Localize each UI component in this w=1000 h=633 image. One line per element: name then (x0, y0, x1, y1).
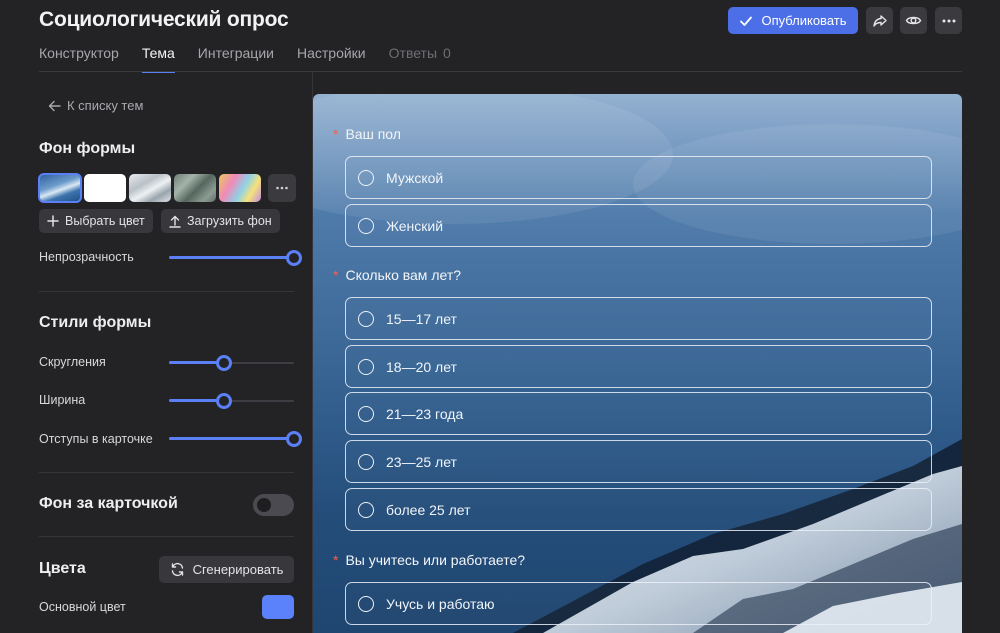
colors-title: Цвета (39, 560, 86, 577)
eye-icon (905, 16, 922, 25)
option-age-18-20[interactable]: 18—20 лет (345, 345, 932, 388)
answers-count: 0 (443, 45, 451, 61)
card-padding-label: Отступы в карточке (39, 432, 153, 446)
radio-button[interactable] (358, 501, 374, 518)
tab-constructor[interactable]: Конструктор (39, 45, 119, 71)
upload-background-button[interactable]: Загрузить фон (161, 209, 280, 233)
option-label: 23—25 лет (386, 453, 457, 470)
bg-thumb-paint[interactable] (219, 174, 261, 202)
header-divider (39, 71, 962, 72)
back-to-themes-link[interactable]: К списку тем (48, 98, 143, 113)
arrow-left-icon (48, 100, 61, 111)
card-background-toggle[interactable] (253, 494, 294, 516)
card-background-title: Фон за карточкой (39, 495, 178, 512)
radio-button[interactable] (358, 358, 374, 375)
option-label: 21—23 года (386, 405, 464, 422)
option-study-and-work[interactable]: Учусь и работаю (345, 582, 932, 625)
radio-button[interactable] (358, 310, 374, 327)
share-button[interactable] (866, 7, 893, 34)
slider-handle[interactable] (216, 393, 232, 409)
radio-button[interactable] (358, 217, 374, 234)
refresh-icon (171, 562, 183, 577)
question-text: Ваш пол (345, 126, 401, 142)
generate-label: Сгенерировать (192, 562, 284, 577)
back-link-label: К списку тем (67, 98, 144, 113)
width-label: Ширина (39, 393, 86, 407)
option-female[interactable]: Женский (345, 204, 932, 247)
generate-colors-button[interactable]: Сгенерировать (159, 556, 294, 583)
slider-fill (169, 437, 294, 440)
tab-theme[interactable]: Тема (141, 45, 175, 73)
option-age-over-25[interactable]: более 25 лет (345, 488, 932, 531)
section-divider (39, 291, 294, 292)
option-age-23-25[interactable]: 23—25 лет (345, 440, 932, 483)
bg-thumb-white[interactable] (84, 174, 126, 202)
more-backgrounds-button[interactable] (268, 174, 296, 202)
form-styles-title: Стили формы (39, 314, 152, 331)
radio-button[interactable] (358, 169, 374, 186)
page-title: Социологический опрос (39, 8, 289, 31)
more-icon (942, 19, 955, 22)
required-marker: * (333, 267, 339, 283)
slider-handle[interactable] (286, 431, 302, 447)
option-age-15-17[interactable]: 15—17 лет (345, 297, 932, 340)
more-icon (276, 186, 288, 190)
bg-thumb-sea[interactable] (38, 173, 82, 203)
primary-color-swatch[interactable] (262, 595, 294, 619)
section-divider (39, 472, 294, 473)
upload-background-label: Загрузить фон (187, 214, 272, 228)
opacity-label: Непрозрачность (39, 250, 134, 264)
form-preview: * Ваш пол Мужской Женский * Сколько вам ле… (313, 94, 962, 633)
slider-fill (169, 256, 294, 259)
publish-button[interactable]: Опубликовать (728, 7, 858, 34)
tab-settings[interactable]: Настройки (297, 45, 366, 71)
radio-button[interactable] (358, 453, 374, 470)
tab-answers[interactable]: Ответы 0 (389, 45, 451, 71)
option-label: Женский (386, 217, 444, 234)
background-thumbnails (38, 173, 296, 203)
rounding-label: Скругления (39, 355, 106, 369)
form-background-title: Фон формы (39, 140, 136, 157)
radio-button[interactable] (358, 405, 374, 422)
required-marker: * (333, 126, 339, 142)
slider-handle[interactable] (286, 250, 302, 266)
primary-color-label: Основной цвет (39, 600, 126, 614)
plus-icon (47, 215, 59, 227)
option-label: 18—20 лет (386, 358, 457, 375)
tab-answers-label: Ответы (388, 45, 438, 61)
check-icon (740, 16, 753, 26)
question-title: * Сколько вам лет? (333, 267, 461, 283)
bg-thumb-green[interactable] (174, 174, 216, 202)
option-label: 15—17 лет (386, 310, 457, 327)
tab-bar: Конструктор Тема Интеграции Настройки От… (39, 45, 474, 73)
share-icon (872, 14, 887, 27)
required-marker: * (333, 552, 339, 568)
rounding-slider[interactable] (169, 354, 294, 372)
option-age-21-23[interactable]: 21—23 года (345, 392, 932, 435)
question-title: * Ваш пол (333, 126, 401, 142)
section-divider (39, 536, 294, 537)
radio-button[interactable] (358, 595, 374, 612)
more-button[interactable] (935, 7, 962, 34)
card-padding-slider[interactable] (169, 430, 302, 448)
preview-button[interactable] (900, 7, 927, 34)
question-text: Сколько вам лет? (345, 267, 462, 283)
question-title: * Вы учитесь или работаете? (333, 552, 525, 568)
slider-handle[interactable] (216, 355, 232, 371)
opacity-slider[interactable] (169, 249, 302, 267)
tab-integrations[interactable]: Интеграции (198, 45, 274, 71)
toggle-knob (257, 498, 271, 512)
choose-color-label: Выбрать цвет (65, 214, 145, 228)
upload-icon (169, 215, 181, 228)
option-label: Мужской (386, 169, 444, 186)
option-label: Учусь и работаю (386, 595, 495, 612)
option-label: более 25 лет (386, 501, 471, 518)
question-text: Вы учитесь или работаете? (345, 552, 526, 568)
option-male[interactable]: Мужской (345, 156, 932, 199)
publish-label: Опубликовать (761, 13, 847, 28)
width-slider[interactable] (169, 392, 294, 410)
bg-thumb-snow[interactable] (129, 174, 171, 202)
choose-color-button[interactable]: Выбрать цвет (39, 209, 153, 233)
